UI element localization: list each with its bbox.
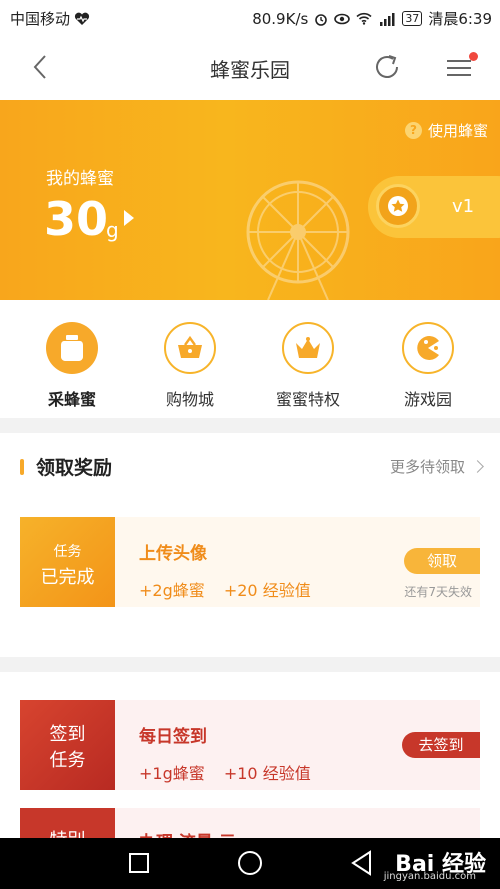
carrier-label: 中国移动 [10, 10, 71, 28]
my-honey-label: 我的蜂蜜 [46, 169, 114, 189]
notification-dot [469, 52, 478, 61]
claim-button[interactable]: 领取 [404, 548, 480, 574]
reward-task-card: 任务 已完成 上传头像 +2g蜂蜜 +20 经验值 领取 还有7天失效 [20, 517, 480, 607]
help-icon: ? [404, 122, 422, 139]
refresh-icon [376, 55, 398, 78]
rewards-section: 领取奖励 更多待领取 任务 已完成 上传头像 +2g蜂蜜 +20 经验值 领取 … [0, 433, 500, 657]
more-rewards-link[interactable]: 更多待领取 [389, 456, 484, 477]
tag-line: 特别 [20, 826, 115, 838]
page-title: 蜂蜜乐园 [210, 58, 290, 82]
status-bar: 中国移动 80.9K/s 37 清晨6:39 [0, 0, 500, 34]
category-row: 采蜂蜜 购物城 蜜蜜特权 游戏园 [0, 300, 500, 418]
special-tag: 特别 [20, 808, 115, 838]
menu-button[interactable] [444, 52, 478, 82]
task-body: 每日签到 +1g蜂蜜 +10 经验值 去签到 [115, 700, 480, 790]
honey-banner: ? 使用蜂蜜 我的蜂蜜 30 g v1 [0, 100, 500, 300]
section-accent [20, 459, 24, 475]
daily-task-card: 签到 任务 每日签到 +1g蜂蜜 +10 经验值 去签到 [20, 700, 480, 790]
reward-exp: +20 经验值 [223, 581, 311, 600]
ferris-wheel-icon [246, 180, 350, 300]
task-rewards: +2g蜂蜜 +20 经验值 [139, 577, 325, 601]
tag-line: 已完成 [40, 567, 95, 588]
honey-unit: g [106, 218, 119, 242]
alarm-icon [315, 13, 328, 26]
level-label: v1 [452, 196, 475, 217]
heart-rate-icon [74, 12, 90, 25]
tag-line: 任务 [49, 750, 86, 771]
clock: 清晨6:39 [428, 10, 492, 28]
refresh-button[interactable] [372, 52, 402, 82]
category-label: 购物城 [165, 390, 214, 409]
nav-bar: 蜂蜜乐园 [0, 34, 500, 100]
task-body: 上传头像 +2g蜂蜜 +20 经验值 领取 还有7天失效 [115, 517, 480, 607]
category-label: 采蜂蜜 [47, 390, 96, 409]
honey-amount[interactable]: 30 [44, 192, 108, 246]
use-honey-label: 使用蜂蜜 [427, 122, 488, 140]
use-honey-link[interactable]: ? 使用蜂蜜 [404, 120, 488, 141]
task-name: 每日签到 [139, 727, 207, 747]
chevron-right-icon [471, 460, 484, 473]
honey-jar-icon [46, 322, 98, 374]
category-label: 游戏园 [403, 390, 452, 409]
watermark-url: jingyan.baidu.com [383, 871, 476, 882]
wifi-icon [356, 12, 372, 25]
expire-note: 还有7天失效 [404, 585, 472, 599]
home-icon[interactable] [237, 850, 263, 876]
arrow-right-icon[interactable] [124, 210, 134, 226]
category-privileges[interactable]: 蜜蜜特权 [258, 322, 358, 410]
task-name: 上传头像 [139, 544, 207, 564]
tag-line: 任务 [53, 544, 82, 560]
sign-in-tag: 签到 任务 [20, 700, 115, 790]
daily-section: 签到 任务 每日签到 +1g蜂蜜 +10 经验值 去签到 特别 办理 流量 元 … [0, 672, 500, 842]
category-label: 蜜蜜特权 [275, 390, 340, 409]
eye-icon [334, 13, 351, 24]
category-collect-honey[interactable]: 采蜂蜜 [22, 322, 122, 410]
game-icon [402, 322, 454, 374]
reward-exp: +10 经验值 [223, 764, 311, 783]
task-body: 办理 流量 元 … [115, 808, 480, 838]
battery-indicator: 37 [402, 11, 423, 26]
recent-apps-icon[interactable] [128, 852, 150, 874]
star-icon [388, 196, 408, 216]
tag-line: 签到 [49, 724, 86, 745]
sign-in-button[interactable]: 去签到 [402, 732, 480, 758]
crown-icon [282, 322, 334, 374]
category-shop[interactable]: 购物城 [140, 322, 240, 410]
task-rewards: +1g蜂蜜 +10 经验值 [139, 760, 325, 784]
more-rewards-label: 更多待领取 [389, 458, 465, 476]
category-games[interactable]: 游戏园 [378, 322, 478, 410]
basket-icon [164, 322, 216, 374]
network-speed: 80.9K/s [252, 9, 309, 28]
task-name: 办理 流量 元 … [139, 828, 259, 838]
daily-task-card: 特别 办理 流量 元 … [20, 808, 480, 838]
level-badge [376, 184, 420, 228]
reward-honey: +2g蜂蜜 [139, 581, 205, 600]
reward-honey: +1g蜂蜜 [139, 764, 205, 783]
back-nav-icon[interactable] [350, 850, 374, 876]
signal-icon [380, 12, 395, 26]
task-completed-tag: 任务 已完成 [20, 517, 115, 607]
section-title: 领取奖励 [36, 457, 113, 479]
